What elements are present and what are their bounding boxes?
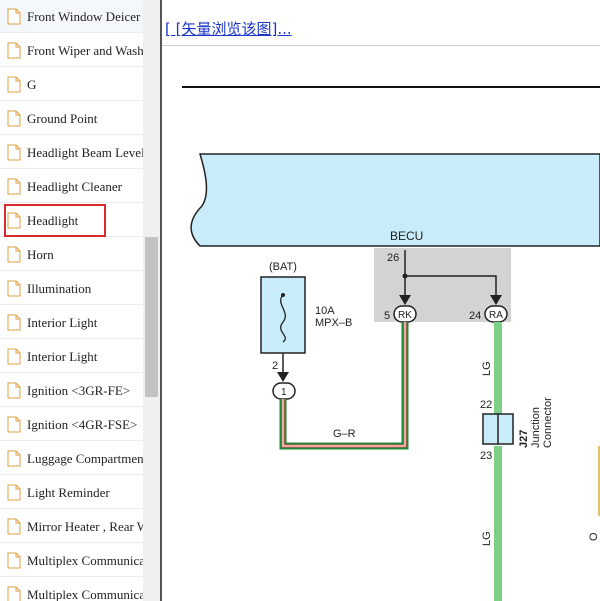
pin-ra-number: 24 bbox=[469, 310, 481, 322]
sidebar-item-label: Mirror Heater , Rear Window bbox=[27, 519, 143, 534]
document-icon bbox=[7, 586, 21, 601]
document-icon bbox=[7, 144, 21, 161]
wire-lg-label: LG bbox=[481, 531, 493, 546]
sidebar-item-label: Interior Light bbox=[27, 349, 98, 364]
vector-view-link[interactable]: [ [矢量浏览该图]... bbox=[165, 18, 292, 39]
becu-pin-26: 26 bbox=[387, 252, 399, 264]
sidebar-item-headlight-beam-level[interactable]: Headlight Beam Level bbox=[0, 136, 143, 169]
document-icon bbox=[7, 314, 21, 331]
sidebar-item-label: Ground Point bbox=[27, 111, 98, 126]
document-icon bbox=[7, 8, 21, 25]
document-icon bbox=[7, 416, 21, 433]
junction-id: J27 bbox=[518, 430, 530, 448]
sidebar-item-label: Interior Light bbox=[27, 315, 98, 330]
sidebar-item-interior-light[interactable]: Interior Light bbox=[0, 340, 143, 373]
fuse-terminal bbox=[281, 293, 285, 297]
sidebar-item-label: Headlight Cleaner bbox=[27, 179, 122, 194]
junction-dot bbox=[402, 273, 408, 279]
sidebar-item-label: G bbox=[27, 77, 37, 92]
sidebar-item-label: Headlight Beam Level bbox=[27, 145, 143, 160]
sidebar-item-label: Luggage Compartment bbox=[27, 451, 143, 466]
junction-pin-23: 23 bbox=[480, 450, 492, 462]
sidebar-item-ground-point[interactable]: Ground Point bbox=[0, 102, 143, 135]
sidebar-item-luggage-compartment[interactable]: Luggage Compartment bbox=[0, 442, 143, 475]
sidebar-item-label: Ignition <4GR-FSE> bbox=[27, 417, 138, 432]
sidebar-item-label: Multiplex Communication bbox=[27, 553, 143, 568]
diagram-top-rule bbox=[182, 86, 600, 88]
sidebar-scrollbar[interactable] bbox=[143, 0, 160, 601]
selected-item-highlight bbox=[4, 204, 106, 237]
sidebar-item-ignition-3gr[interactable]: Ignition <3GR-FE> bbox=[0, 374, 143, 407]
edge-label: O bbox=[588, 532, 600, 541]
document-icon bbox=[7, 246, 21, 263]
document-icon bbox=[7, 42, 21, 59]
fuse-name: MPX–B bbox=[315, 317, 352, 329]
sidebar-item-front-wiper[interactable]: Front Wiper and Washer bbox=[0, 34, 143, 67]
pin-ra-label: RA bbox=[489, 310, 503, 321]
document-icon bbox=[7, 280, 21, 297]
sidebar-item-label: Front Wiper and Washer bbox=[27, 43, 143, 58]
sidebar-item-front-window-deicer[interactable]: Front Window Deicer bbox=[0, 0, 143, 33]
pin-rk-number: 5 bbox=[384, 310, 390, 322]
bat-label: (BAT) bbox=[269, 261, 297, 273]
document-icon bbox=[7, 178, 21, 195]
junction-label: Junction bbox=[530, 407, 542, 448]
sidebar-item-label: Front Window Deicer bbox=[27, 9, 141, 24]
fuse-rating: 10A bbox=[315, 305, 335, 317]
sidebar-item-g[interactable]: G bbox=[0, 68, 143, 101]
sidebar-item-label: Horn bbox=[27, 247, 54, 262]
wire-lg-label: LG bbox=[481, 361, 493, 376]
document-icon bbox=[7, 484, 21, 501]
sidebar-item-horn[interactable]: Horn bbox=[0, 238, 143, 271]
sidebar-item-light-reminder[interactable]: Light Reminder bbox=[0, 476, 143, 509]
sidebar: Front Window Deicer Front Wiper and Wash… bbox=[0, 0, 143, 601]
wire-g-r-label: G–R bbox=[333, 428, 356, 440]
sidebar-item-illumination[interactable]: Illumination bbox=[0, 272, 143, 305]
arrow-fuse bbox=[277, 372, 289, 382]
sidebar-item-mirror-heater[interactable]: Mirror Heater , Rear Window bbox=[0, 510, 143, 543]
pin-rk-label: RK bbox=[398, 310, 412, 321]
sidebar-item-label: Light Reminder bbox=[27, 485, 110, 500]
scrollbar-thumb[interactable] bbox=[145, 237, 158, 397]
document-icon bbox=[7, 552, 21, 569]
document-icon bbox=[7, 348, 21, 365]
sidebar-item-label: Ignition <3GR-FE> bbox=[27, 383, 131, 398]
sidebar-item-label: Multiplex Communication bbox=[27, 587, 143, 601]
sidebar-item-ignition-4gr[interactable]: Ignition <4GR-FSE> bbox=[0, 408, 143, 441]
sidebar-item-headlight-cleaner[interactable]: Headlight Cleaner bbox=[0, 170, 143, 203]
sidebar-item-label: Illumination bbox=[27, 281, 92, 296]
document-icon bbox=[7, 450, 21, 467]
sidebar-item-interior-light[interactable]: Interior Light bbox=[0, 306, 143, 339]
content-pane: [ [矢量浏览该图]... BECU 26 5 RK 24 RA (BAT) 1… bbox=[162, 0, 600, 601]
document-icon bbox=[7, 76, 21, 93]
junction-label: Connector bbox=[542, 397, 554, 448]
wiring-diagram: BECU 26 5 RK 24 RA (BAT) 10A MPX–B 2 1 G… bbox=[182, 86, 600, 601]
connector-1-label: 1 bbox=[281, 387, 287, 398]
sidebar-item-multiplex-communication[interactable]: Multiplex Communication bbox=[0, 578, 143, 601]
document-icon bbox=[7, 110, 21, 127]
fuse-pin-2: 2 bbox=[272, 360, 278, 372]
document-icon bbox=[7, 382, 21, 399]
document-icon bbox=[7, 518, 21, 535]
junction-pin-22: 22 bbox=[480, 399, 492, 411]
sidebar-item-multiplex-communication[interactable]: Multiplex Communication bbox=[0, 544, 143, 577]
becu-label: BECU bbox=[390, 229, 423, 243]
